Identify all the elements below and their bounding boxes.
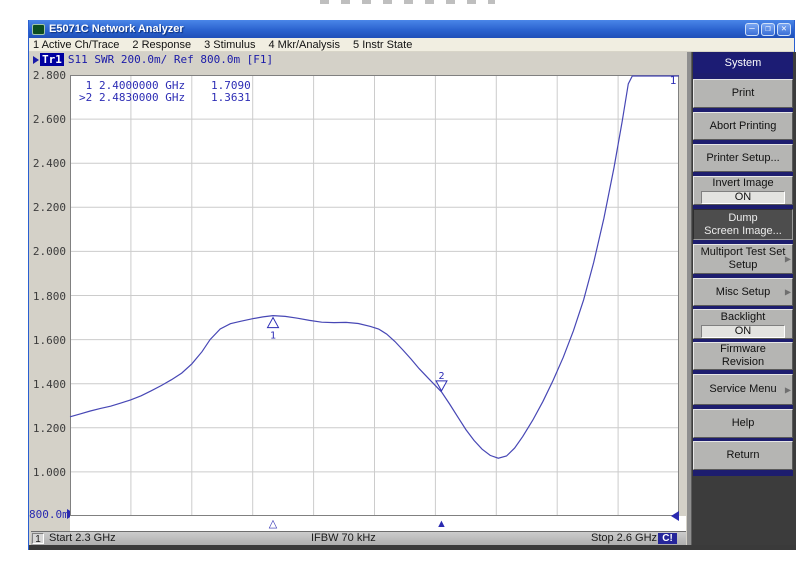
softkey-label: Multiport Test Set xyxy=(694,246,792,259)
y-axis-tick-label: 2.800 xyxy=(29,69,66,82)
cal-status-badge: C! xyxy=(658,533,677,544)
softkey-dump-screen-image[interactable]: DumpScreen Image... xyxy=(693,209,793,240)
marker-readout-freq: 2.4830000 GHz xyxy=(99,92,211,104)
graticule: 1 2 1 xyxy=(70,75,679,516)
menu-item-2[interactable]: 2 Response xyxy=(132,39,191,51)
menu-item-3[interactable]: 3 Stimulus xyxy=(204,39,255,51)
softkey-misc-setup[interactable]: Misc Setup▶ xyxy=(693,278,793,306)
marker-readout: 12.4000000 GHz1.7090>22.4830000 GHz1.363… xyxy=(79,80,251,104)
softkey-column: System Print Abort Printing Printer Setup.… xyxy=(693,52,793,476)
submenu-arrow-icon: ▶ xyxy=(785,253,791,266)
screen-content: Tr1 S11 SWR 200.0m/ Ref 800.0m [F1] 2.80… xyxy=(29,52,687,550)
app-window: E5071C Network Analyzer — ❐ ✕ 1 Active C… xyxy=(28,20,795,550)
y-axis-tick-label: 1.600 xyxy=(29,334,66,347)
softkey-sidebar: System Print Abort Printing Printer Setup.… xyxy=(687,52,796,545)
minimize-button[interactable]: — xyxy=(745,23,759,36)
ref-level-label: 800.0m xyxy=(29,508,66,521)
channel-number-box: 1 xyxy=(32,533,44,544)
menu-item-4[interactable]: 4 Mkr/Analysis xyxy=(268,39,340,51)
softkey-invert-image[interactable]: Invert ImageON xyxy=(693,176,793,205)
softkey-service-menu[interactable]: Service Menu▶ xyxy=(693,374,793,405)
window-bottom-edge xyxy=(29,545,796,550)
stimulus-axis-strip xyxy=(70,516,686,531)
softkey-state: ON xyxy=(701,325,785,338)
softkey-menu-header: System xyxy=(693,54,793,73)
y-axis-tick-label: 2.400 xyxy=(29,157,66,170)
y-axis-tick-label: 1.400 xyxy=(29,378,66,391)
page: E5071C Network Analyzer — ❐ ✕ 1 Active C… xyxy=(0,0,800,567)
softkey-label: Help xyxy=(694,417,792,430)
softkey-backlight[interactable]: BacklightON xyxy=(693,309,793,339)
trace-chip: Tr1 xyxy=(40,53,64,66)
softkey-printer-setup[interactable]: Printer Setup... xyxy=(693,144,793,172)
softkey-abort-printing[interactable]: Abort Printing xyxy=(693,112,793,140)
menu-item-5[interactable]: 5 Instr State xyxy=(353,39,412,51)
status-bar: 1 Start 2.3 GHz IFBW 70 kHz Stop 2.6 GHz… xyxy=(31,531,686,545)
trace-status-text: S11 SWR 200.0m/ Ref 800.0m [F1] xyxy=(68,53,273,66)
y-axis-tick-label: 1.000 xyxy=(29,466,66,479)
softkey-label: Print xyxy=(694,87,792,100)
softkey-firmware-revision[interactable]: FirmwareRevision xyxy=(693,342,793,370)
active-trace-arrow-icon xyxy=(33,56,39,64)
ifbw-label: IFBW 70 kHz xyxy=(311,532,376,545)
y-axis-tick-label: 2.600 xyxy=(29,113,66,126)
submenu-arrow-icon: ▶ xyxy=(785,286,791,299)
marker-readout-sel: >2 xyxy=(79,92,99,104)
softkey-label: Abort Printing xyxy=(694,120,792,133)
softkey-label: Printer Setup... xyxy=(694,152,792,165)
window-controls: — ❐ ✕ xyxy=(745,23,791,36)
app-icon xyxy=(32,24,45,35)
softkey-label: Service Menu xyxy=(694,383,792,396)
y-axis-tick-label: 1.800 xyxy=(29,290,66,303)
menu-item-1[interactable]: 1 Active Ch/Trace xyxy=(33,39,119,51)
softkey-state: ON xyxy=(701,191,785,204)
close-button[interactable]: ✕ xyxy=(777,23,791,36)
softkey-label: Setup xyxy=(694,259,792,272)
y-axis-tick-label: 2.200 xyxy=(29,201,66,214)
restore-button[interactable]: ❐ xyxy=(761,23,775,36)
trace-marker-number: 2 xyxy=(438,371,444,382)
y-axis-tick-label: 2.000 xyxy=(29,245,66,258)
cropped-text-artifact xyxy=(320,0,495,4)
stop-frequency-label: Stop 2.6 GHz xyxy=(591,532,657,545)
softkey-label: Screen Image... xyxy=(694,225,792,238)
softkey-return[interactable]: Return xyxy=(693,441,793,470)
softkey-multiport-test-set-setup[interactable]: Multiport Test SetSetup▶ xyxy=(693,244,793,274)
softkey-print[interactable]: Print xyxy=(693,79,793,108)
trace-status-line: Tr1 S11 SWR 200.0m/ Ref 800.0m [F1] xyxy=(33,53,273,66)
softkey-help[interactable]: Help xyxy=(693,409,793,438)
softkey-label: Backlight xyxy=(694,311,792,324)
right-edge-indicator-icon xyxy=(671,511,679,521)
marker-readout-val: 1.3631 xyxy=(211,92,251,104)
softkey-label: Misc Setup xyxy=(694,286,792,299)
softkey-label: Dump xyxy=(694,212,792,225)
submenu-arrow-icon: ▶ xyxy=(785,383,791,396)
sidebar-resize-strip xyxy=(687,52,692,545)
softkey-label: Firmware xyxy=(694,343,792,356)
title-bar: E5071C Network Analyzer — ❐ ✕ xyxy=(29,20,794,38)
menu-bar: 1 Active Ch/Trace 2 Response 3 Stimulus 4 M… xyxy=(29,38,794,52)
softkey-label: Invert Image xyxy=(694,177,792,190)
window-title: E5071C Network Analyzer xyxy=(49,23,745,35)
y-axis-tick-label: 1.200 xyxy=(29,422,66,435)
marker-readout-row: >22.4830000 GHz1.3631 xyxy=(79,92,251,104)
trace-marker-number: 1 xyxy=(270,331,276,342)
trace-number-label: 1 xyxy=(670,74,677,87)
start-frequency-label: Start 2.3 GHz xyxy=(49,532,116,545)
softkey-label: Revision xyxy=(694,356,792,369)
marker-stimulus-icon: △ xyxy=(267,518,279,530)
active-marker-stimulus-icon: ▲ xyxy=(435,518,447,530)
softkey-buttons: Print Abort Printing Printer Setup... Inver… xyxy=(693,79,793,470)
softkey-label: Return xyxy=(694,449,792,462)
